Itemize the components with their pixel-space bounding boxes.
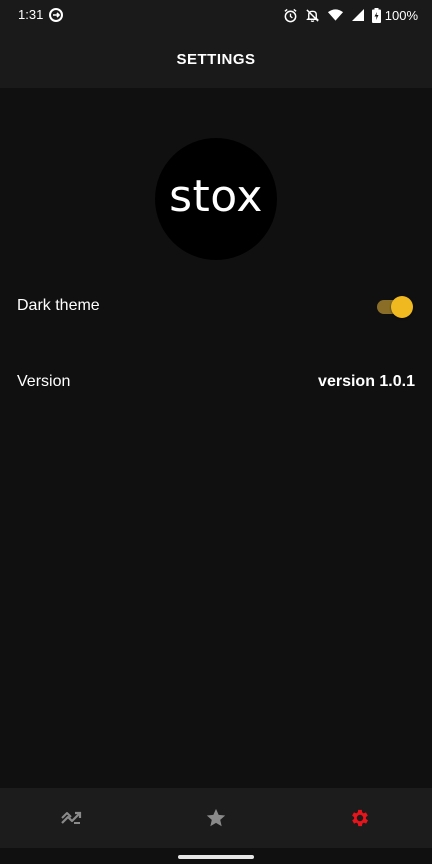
status-icons: 100% <box>283 6 418 24</box>
alarm-icon <box>283 8 298 23</box>
dark-theme-row[interactable]: Dark theme <box>0 287 432 327</box>
battery-icon <box>371 7 381 23</box>
status-time: 1:31 <box>18 7 44 22</box>
wifi-icon <box>327 8 344 22</box>
star-icon <box>205 807 227 829</box>
version-row: Version version 1.0.1 <box>0 363 432 403</box>
sync-icon <box>48 7 64 23</box>
logo-text: stox <box>169 170 263 222</box>
nav-item-favorites[interactable] <box>144 788 288 848</box>
dark-theme-label: Dark theme <box>17 297 100 314</box>
nav-item-settings[interactable] <box>288 788 432 848</box>
trending-icon <box>60 809 84 827</box>
app-logo: stox <box>155 138 277 260</box>
gesture-area <box>0 848 432 864</box>
battery-percentage: 100% <box>384 7 418 23</box>
bottom-navigation <box>0 788 432 848</box>
status-bar: 1:31 100% <box>0 0 432 30</box>
toggle-thumb <box>391 296 413 318</box>
nav-item-markets[interactable] <box>0 788 144 848</box>
version-label: Version <box>17 373 71 390</box>
gear-icon <box>349 807 371 829</box>
page-title: SETTINGS <box>176 50 256 68</box>
home-gesture-bar[interactable] <box>178 855 254 859</box>
signal-icon <box>351 8 365 22</box>
app-bar: SETTINGS <box>0 30 432 88</box>
notifications-off-icon <box>305 8 320 23</box>
version-value: version 1.0.1 <box>318 373 415 390</box>
dark-theme-toggle[interactable] <box>377 296 413 318</box>
